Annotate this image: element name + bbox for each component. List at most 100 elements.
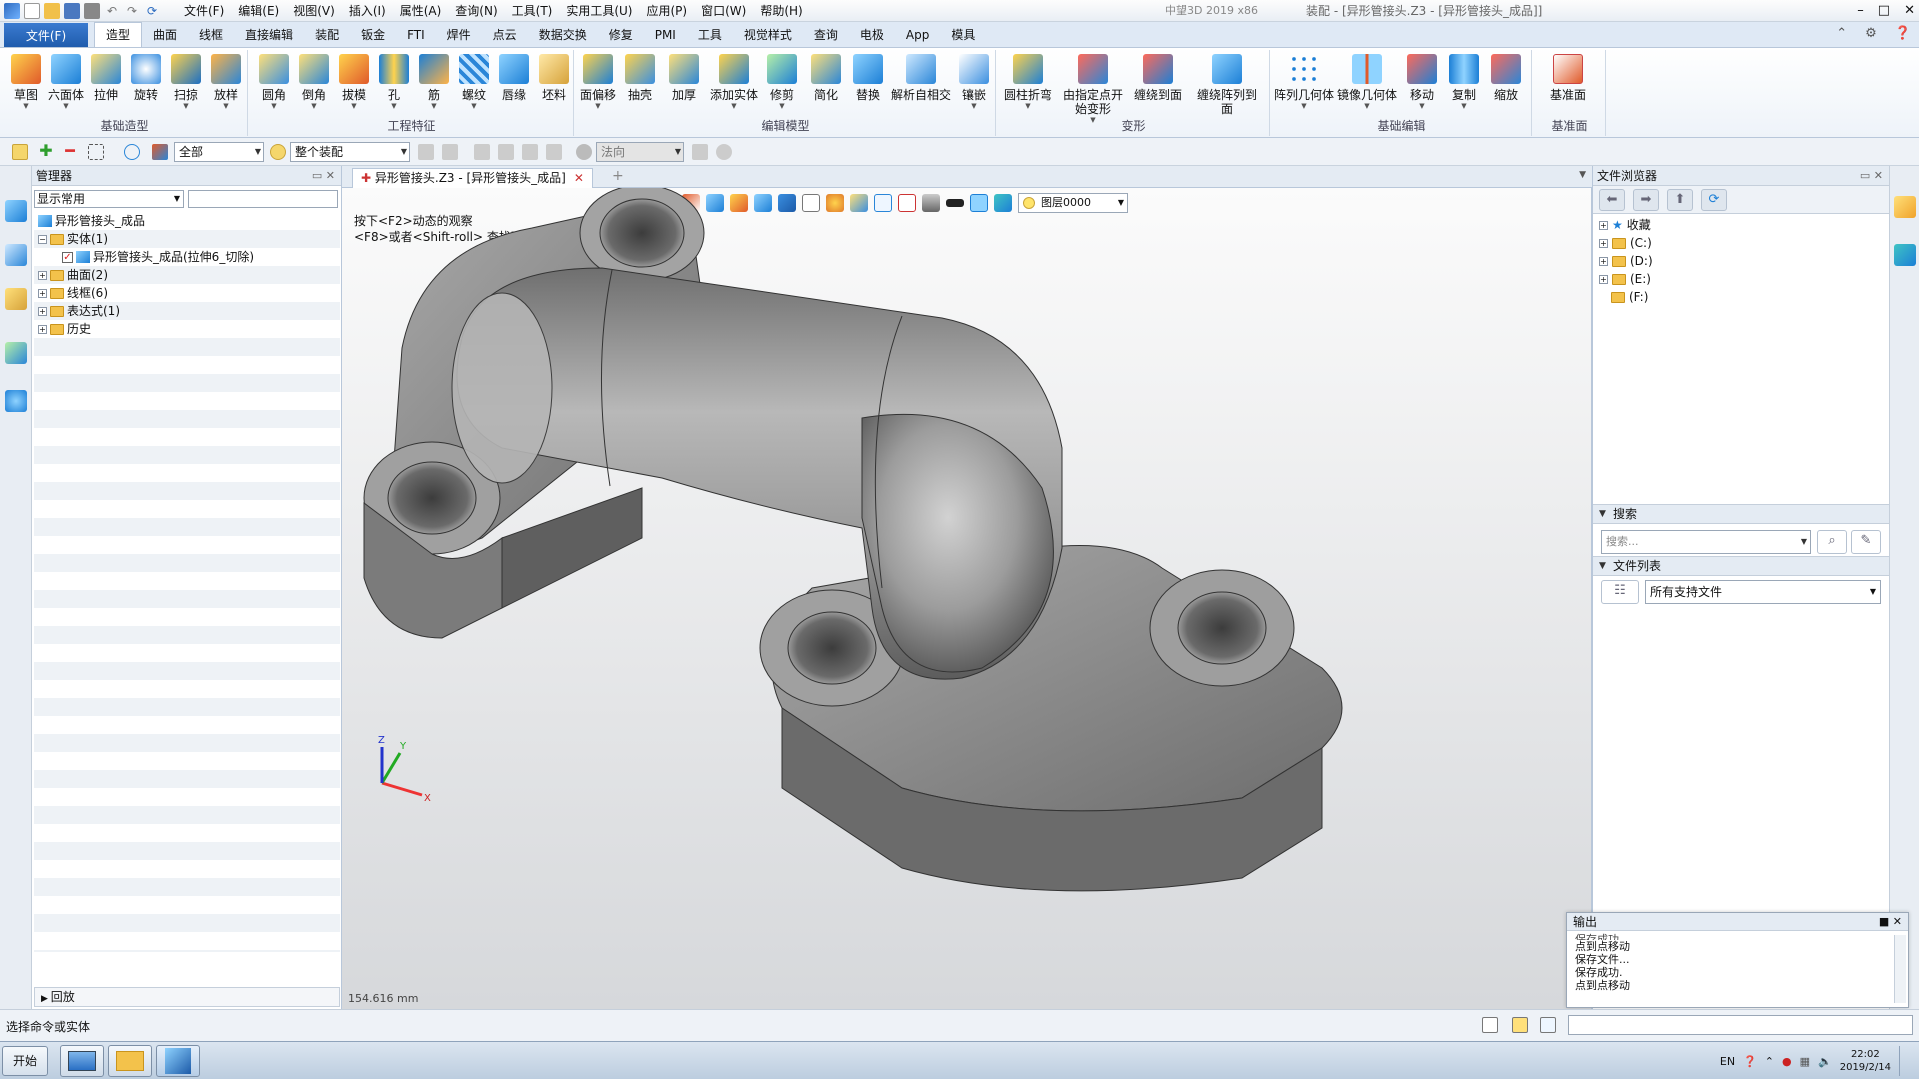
file-browser-tab-icon[interactable] [1894,196,1916,218]
extrude-button[interactable]: 拉伸 [86,54,126,102]
show-desktop-button[interactable] [1899,1046,1913,1076]
up-arrow-icon[interactable]: ⬆ [1667,189,1693,211]
taskbar-desktop-app[interactable] [60,1045,104,1077]
status-tool-3-icon[interactable] [1540,1017,1556,1033]
thread-button[interactable]: 螺纹 ▼ [454,54,494,110]
simplify-button[interactable]: 简化 [806,54,846,102]
new-file-icon[interactable] [24,2,40,19]
help-icon[interactable]: ❓ [1895,26,1911,41]
pipe-joint-model[interactable] [342,188,1592,1009]
collapse-icon[interactable]: − [38,234,47,244]
expand-icon[interactable]: + [38,270,47,280]
tree-node-surfaces[interactable]: + 曲面(2) [38,266,108,284]
menu-attribute[interactable]: 属性(A) [394,0,448,22]
scale-button[interactable]: 缩放 [1486,54,1526,102]
open-file-icon[interactable] [44,2,60,19]
view-manager-icon[interactable] [5,342,27,364]
box-select-icon[interactable] [88,144,104,160]
expand-icon[interactable]: + [38,288,47,298]
security-tray-icon[interactable]: ● [1782,1055,1792,1068]
grid-icon[interactable] [474,144,490,160]
status-tool-2-icon[interactable] [1512,1017,1528,1033]
tree-node-expressions[interactable]: + 表达式(1) [38,302,120,320]
taskbar-explorer-app[interactable] [108,1045,152,1077]
tree-drive-c[interactable]: + (C:) [1599,234,1652,252]
menu-window[interactable]: 窗口(W) [695,0,752,22]
expand-icon[interactable]: + [38,324,47,334]
sweep-button[interactable]: 扫掠 ▼ [166,54,206,110]
file-list-section-header[interactable]: 文件列表 [1593,556,1890,576]
file-type-select[interactable]: 所有支持文件 ▼ [1645,580,1881,604]
lasso-icon[interactable] [124,144,140,160]
stock-button[interactable]: 坯料 [534,54,574,102]
volume-tray-icon[interactable]: 🔈 [1818,1055,1832,1068]
filter-icon[interactable] [152,144,168,160]
scope-select[interactable]: 整个装配 ▼ [290,142,410,162]
refresh-icon[interactable]: ⟳ [144,3,160,19]
minimize-button[interactable]: – [1857,0,1864,22]
close-button[interactable]: ✕ [1904,0,1915,22]
document-tab[interactable]: ✚ 异形管接头.Z3 - [异形管接头_成品] ✕ [352,168,593,188]
settings-gear-icon[interactable]: ⚙ [1865,26,1877,41]
replace-button[interactable]: 替换 [848,54,888,102]
move-button[interactable]: 移动 ▼ [1402,54,1442,110]
normal-direction-icon[interactable] [576,144,592,160]
cursor-icon[interactable] [692,144,708,160]
pick-arrow-icon[interactable] [12,144,28,160]
datum-plane-button[interactable]: 基准面 [1548,54,1588,102]
gear-small-icon[interactable] [716,144,732,160]
panel-pin-close-icon[interactable]: ▭ ✕ [1860,166,1883,186]
start-button[interactable]: 开始 [2,1046,48,1076]
menu-query[interactable]: 查询(N) [449,0,503,22]
redo-icon[interactable]: ↷ [124,3,140,19]
sketch-button[interactable]: 草图 ▼ [6,54,46,110]
tab-tools[interactable]: 工具 [687,23,733,47]
print-icon[interactable] [84,2,100,19]
copy-button[interactable]: 复制 ▼ [1444,54,1484,110]
box-button[interactable]: 六面体 ▼ [46,54,86,110]
tab-mold[interactable]: 模具 [940,23,986,47]
file-menu-button[interactable]: 文件(F) [4,23,88,47]
clock[interactable]: 22:02 2019/2/14 [1840,1048,1891,1074]
tab-surface[interactable]: 曲面 [142,23,188,47]
rib-button[interactable]: 筋 ▼ [414,54,454,110]
part-library-icon[interactable] [5,288,27,310]
loft-button[interactable]: 放样 ▼ [206,54,246,110]
visibility-checkbox[interactable]: ✓ [62,251,73,263]
lip-button[interactable]: 唇缘 [494,54,534,102]
undo-icon[interactable]: ↶ [104,3,120,19]
add-solid-button[interactable]: 添加实体 ▼ [708,54,760,110]
menu-tools[interactable]: 工具(T) [506,0,559,22]
tab-weldment[interactable]: 焊件 [436,23,482,47]
shell-button[interactable]: 抽壳 [620,54,660,102]
snap-icon[interactable] [442,144,458,160]
app-logo-icon[interactable] [4,2,20,19]
command-input[interactable] [1568,1015,1913,1035]
menu-insert[interactable]: 插入(I) [343,0,392,22]
tab-point-cloud[interactable]: 点云 [482,23,528,47]
add-icon[interactable]: ✚ [38,143,54,160]
panel-pin-close-icon[interactable]: ▭ ✕ [312,166,335,186]
help-tray-icon[interactable]: ❓ [1743,1055,1757,1068]
thicken-button[interactable]: 加厚 [664,54,704,102]
tab-app[interactable]: App [895,23,940,47]
language-indicator[interactable]: EN [1720,1055,1735,1068]
pattern-geometry-button[interactable]: 阵列几何体 ▼ [1274,54,1334,110]
tray-expand-icon[interactable]: ⌃ [1765,1055,1774,1068]
tree-node-history[interactable]: + 历史 [38,320,91,338]
scope-icon[interactable] [270,144,286,160]
menu-help[interactable]: 帮助(H) [754,0,808,22]
tab-fti[interactable]: FTI [396,23,436,47]
hole-button[interactable]: 孔 ▼ [374,54,414,110]
pointer-icon[interactable] [546,144,562,160]
search-icon[interactable]: ⌕ [1817,530,1847,554]
menu-view[interactable]: 视图(V) [287,0,341,22]
inlay-button[interactable]: 镶嵌 ▼ [954,54,994,110]
revolve-button[interactable]: 旋转 [126,54,166,102]
tree-node-solids[interactable]: − 实体(1) [38,230,108,248]
tab-visual-style[interactable]: 视觉样式 [733,23,803,47]
tab-inquire[interactable]: 查询 [803,23,849,47]
expand-icon[interactable]: + [38,306,47,316]
save-icon[interactable] [64,2,80,19]
assembly-tree-icon[interactable] [5,244,27,266]
